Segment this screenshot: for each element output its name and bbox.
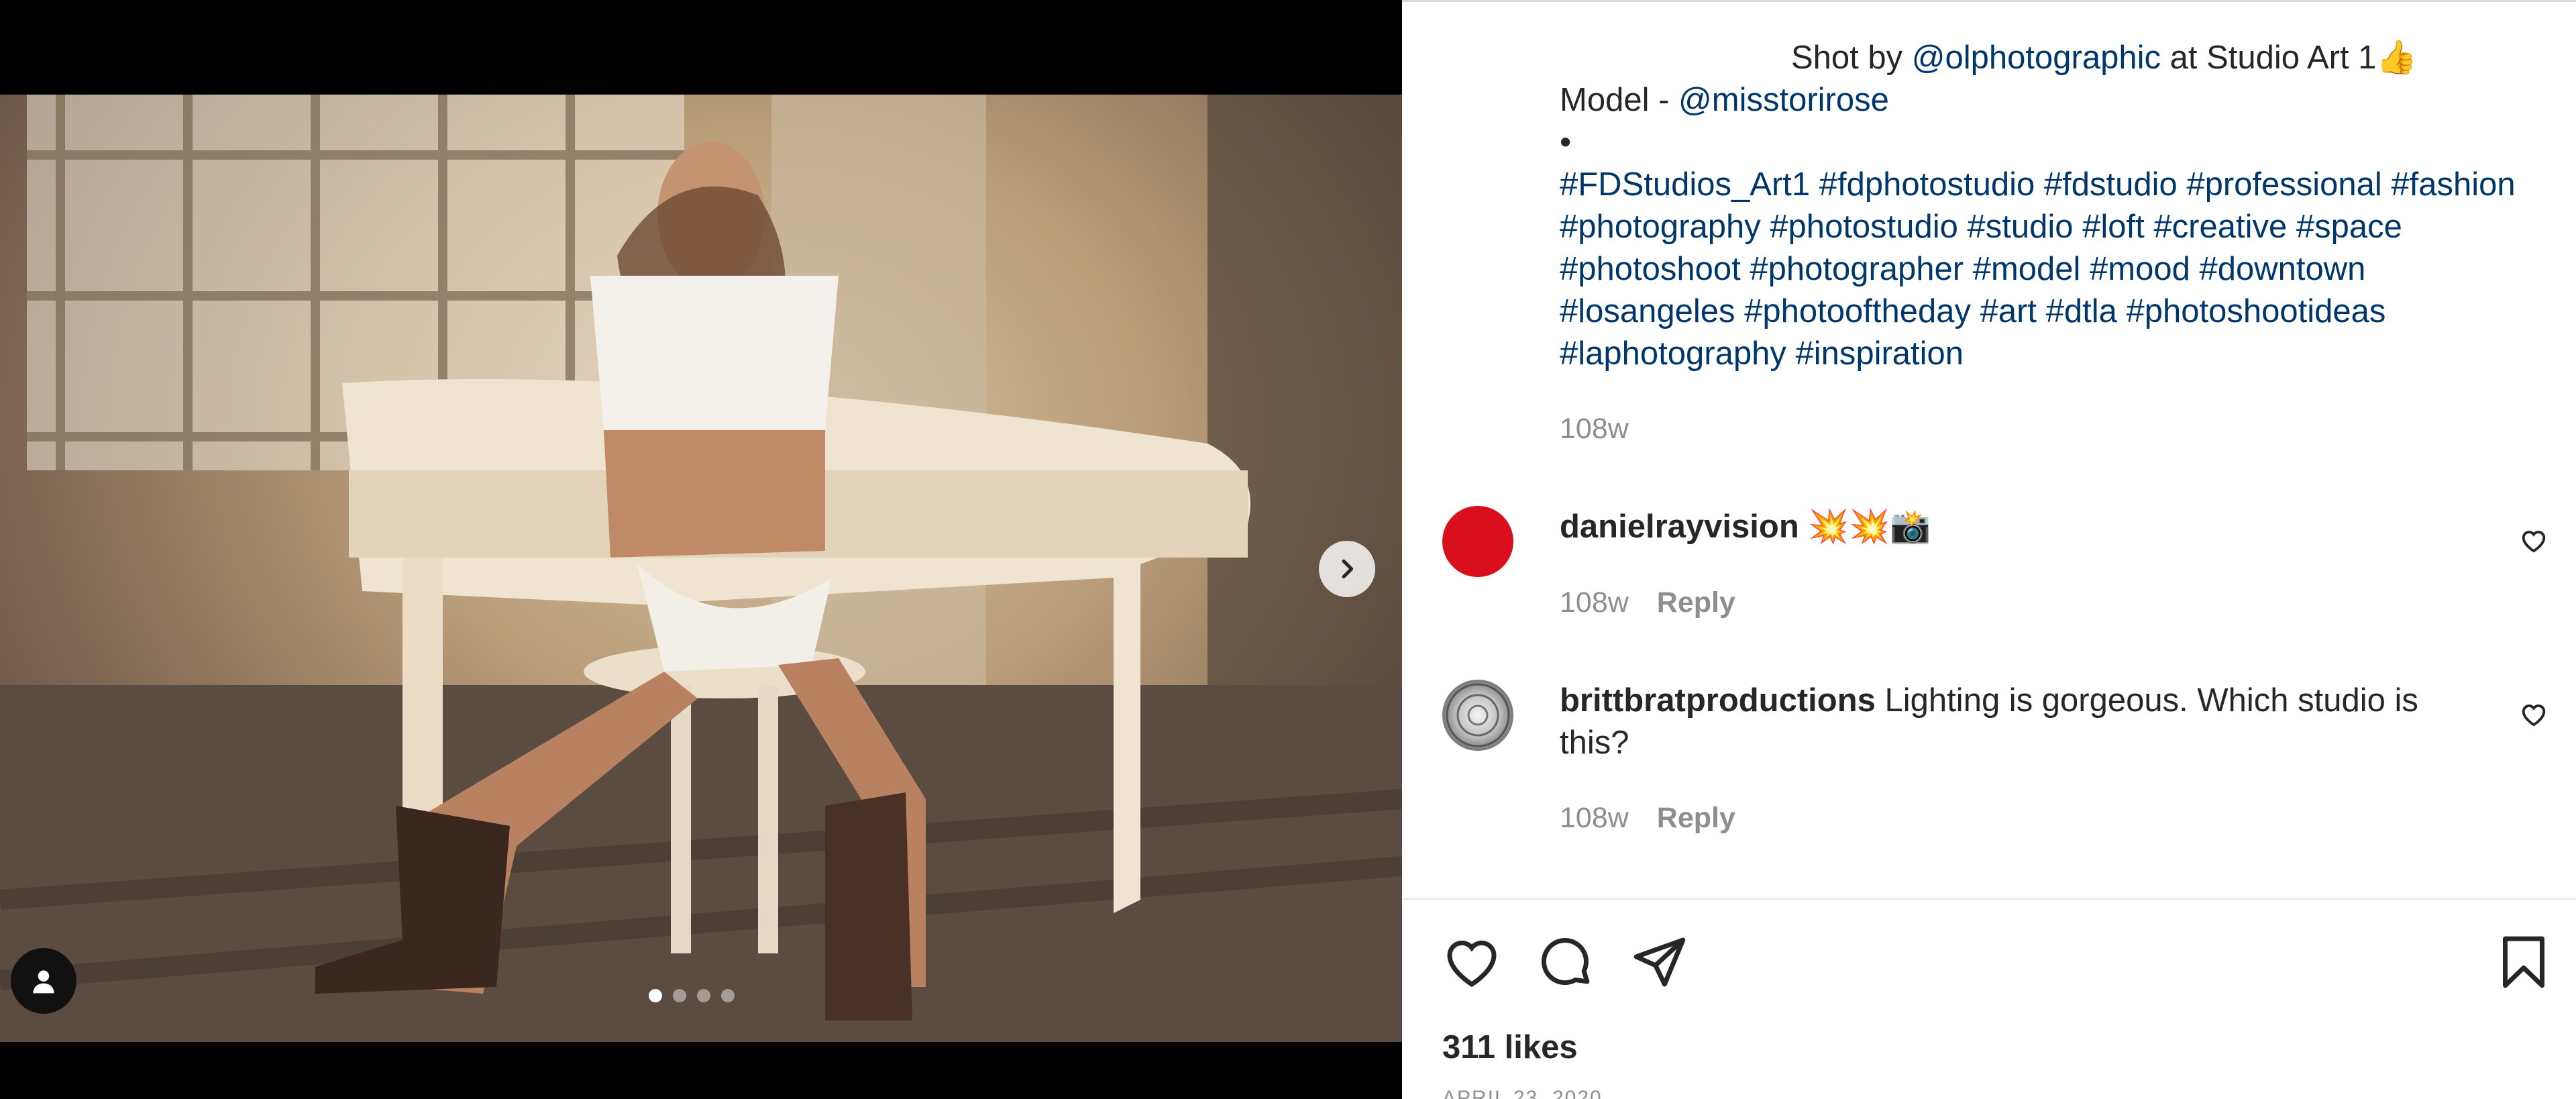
comment-icon[interactable] <box>1536 933 1595 992</box>
post-caption: Shot by @olphotographic at Studio Art 1👍… <box>1560 37 2532 375</box>
carousel-dot <box>721 989 735 1002</box>
comment-username[interactable]: danielrayvision <box>1560 509 1799 545</box>
reply-button[interactable]: Reply <box>1657 586 1735 619</box>
avatar[interactable] <box>1442 506 1513 577</box>
comment-meta: 108w Reply <box>1560 586 1735 619</box>
caption-credit-line: Shot by @olphotographic at Studio Art 1👍 <box>1560 37 2532 79</box>
caption-bullet: • <box>1560 124 1572 160</box>
caption-hashtags[interactable]: #FDStudios_Art1 #fdphotostudio #fdstudio… <box>1560 164 2532 375</box>
photographer-mention-link[interactable]: @olphotographic <box>1912 40 2161 76</box>
post-actions-bar <box>1442 933 2553 993</box>
next-photo-button[interactable] <box>1319 541 1375 597</box>
comment-username[interactable]: brittbratproductions <box>1560 682 1876 719</box>
model-mention-link[interactable]: @misstorirose <box>1678 82 1889 118</box>
comment-body: brittbratproductions Lighting is gorgeou… <box>1560 680 2459 764</box>
heart-icon[interactable] <box>1442 933 1501 992</box>
comment-timestamp[interactable]: 108w <box>1560 586 1629 619</box>
post-photo[interactable] <box>0 95 1402 1042</box>
post-date: APRIL 23, 2020 <box>1442 1087 1603 1099</box>
heart-icon[interactable] <box>2518 698 2549 729</box>
carousel-dot <box>697 989 710 1002</box>
user-tag-icon <box>33 970 54 994</box>
actions-divider <box>1402 898 2576 900</box>
likes-count[interactable]: 311 likes <box>1442 1029 1578 1066</box>
avatar[interactable] <box>1442 680 1513 751</box>
carousel-dot <box>673 989 686 1002</box>
comment-text: 💥💥📸 <box>1808 509 1931 545</box>
heart-icon[interactable] <box>2518 525 2549 556</box>
bookmark-icon[interactable] <box>2494 933 2553 992</box>
studio-photo-illustration <box>0 95 1402 1042</box>
caption-text: at Studio Art 1👍 <box>2161 40 2418 76</box>
top-divider <box>1402 0 2576 2</box>
caption-text: Shot by <box>1791 40 1912 76</box>
caption-timestamp[interactable]: 108w <box>1560 413 1629 446</box>
post-details-panel: Shot by @olphotographic at Studio Art 1👍… <box>1402 0 2576 1099</box>
reply-button[interactable]: Reply <box>1657 802 1735 834</box>
comment-meta: 108w Reply <box>1560 802 1735 835</box>
carousel-indicator <box>649 989 735 1002</box>
caption-model-line: Model - @misstorirose <box>1560 79 2532 121</box>
comment-body: danielrayvision 💥💥📸 <box>1560 506 2459 548</box>
carousel-dot-active <box>649 989 662 1002</box>
tagged-users-button[interactable] <box>11 948 76 1014</box>
avatar-seal-image <box>1446 683 1510 747</box>
caption-text: Model - <box>1560 82 1679 118</box>
share-icon[interactable] <box>1630 933 1689 992</box>
comment-timestamp[interactable]: 108w <box>1560 802 1629 834</box>
post-media <box>0 0 1402 1099</box>
chevron-right-icon <box>1342 559 1354 579</box>
